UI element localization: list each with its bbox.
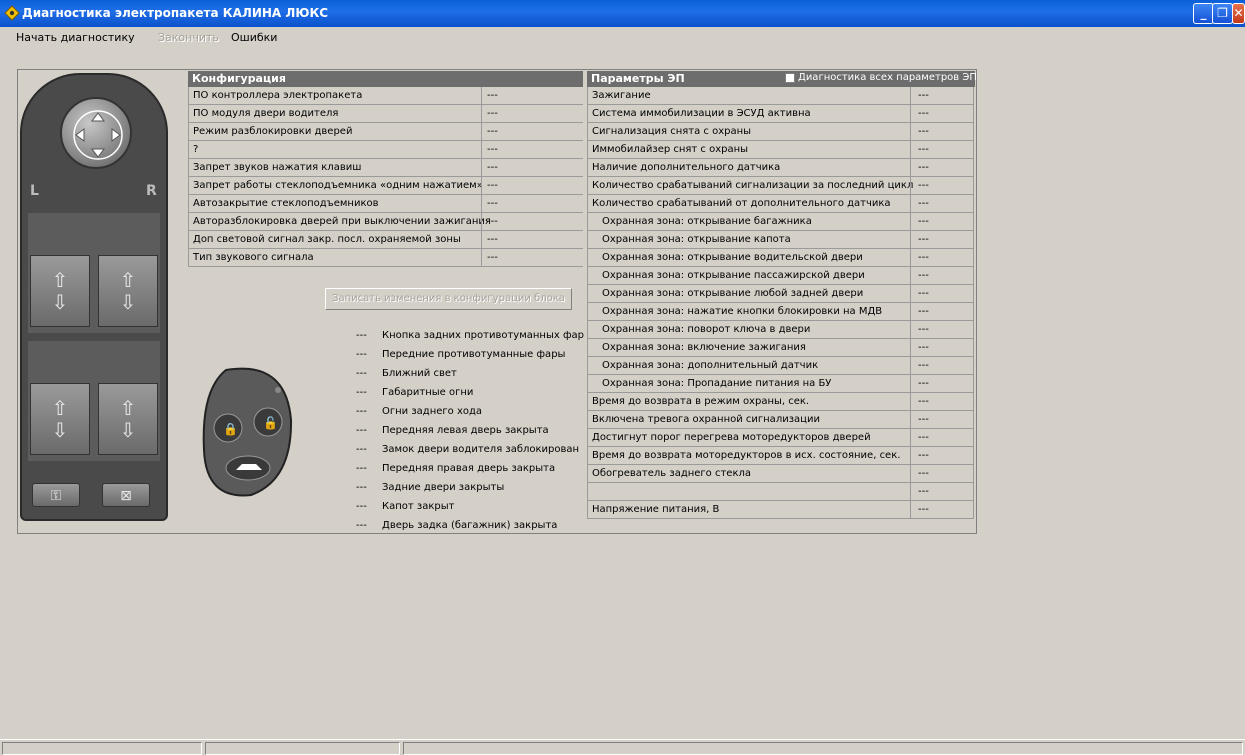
mirror-left-label: L [30,183,39,199]
param-row[interactable]: Сигнализация снята с охраны --- [587,123,973,141]
status-bar-cell [403,742,1243,755]
maximize-button[interactable]: ❐ [1212,3,1233,24]
config-row[interactable]: ? --- [188,141,583,159]
param-row[interactable]: Охранная зона: нажатие кнопки блокировки… [587,303,973,321]
param-row[interactable]: Количество срабатываний сигнализации за … [587,177,973,195]
param-row[interactable]: Время до возврата в режим охраны, сек. --… [587,393,973,411]
down-arrow-icon: ⇩ [119,290,137,314]
all-params-checkbox[interactable] [785,73,795,83]
status-bar-cell [205,742,400,755]
window-title: Диагностика электропакета КАЛИНА ЛЮКС [22,6,329,20]
up-arrow-icon: ⇧ [119,268,137,292]
write-config-button[interactable]: Записать изменения в конфигурации блока [325,288,572,310]
diamond-app-icon [4,5,20,21]
window-front-right-button[interactable]: ⇧ ⇩ [98,255,158,327]
param-row[interactable]: Наличие дополнительного датчика --- [587,159,973,177]
params-table: Зажигание --- Система иммобилизации в ЭСУ… [587,87,974,519]
param-row[interactable]: Время до возврата моторедукторов в исх. … [587,447,973,465]
param-row[interactable]: Охранная зона: открывание багажника --- [587,213,973,231]
param-row[interactable]: Охранная зона: открывание пассажирской д… [587,267,973,285]
window-rear-left-button[interactable]: ⇧ ⇩ [30,383,90,455]
menu-finish[interactable]: Закончить [158,31,219,44]
config-row[interactable]: Режим разблокировки дверей --- [188,123,583,141]
mirror-joystick[interactable] [60,97,132,169]
param-row[interactable]: Количество срабатываний от дополнительно… [587,195,973,213]
down-arrow-icon: ⇩ [51,290,69,314]
config-row[interactable]: Доп световой сигнал закр. посл. охраняем… [188,231,583,249]
param-row[interactable]: Охранная зона: открывание любой задней д… [587,285,973,303]
close-button[interactable]: ✕ [1232,3,1245,24]
param-row[interactable]: Охранная зона: открывание капота --- [587,231,973,249]
up-arrow-icon: ⇧ [51,268,69,292]
minimize-button[interactable]: _ [1193,3,1214,24]
config-row[interactable]: ПО контроллера электропакета --- [188,87,583,105]
window-rear-right-button[interactable]: ⇧ ⇩ [98,383,158,455]
config-row[interactable]: Запрет работы стеклоподъемника «одним на… [188,177,583,195]
config-row[interactable]: Тип звукового сигнала --- [188,249,583,267]
param-row[interactable]: Охранная зона: открывание водительской д… [587,249,973,267]
menu-bar: Начать диагностику Закончить Ошибки [0,27,1245,49]
param-row[interactable]: Обогреватель заднего стекла --- [587,465,973,483]
param-row[interactable]: Охранная зона: поворот ключа в двери --- [587,321,973,339]
up-arrow-icon: ⇧ [119,396,137,420]
svg-text:🔒: 🔒 [223,422,238,436]
key-button[interactable]: ⚿ [32,483,80,507]
down-arrow-icon: ⇩ [51,418,69,442]
down-arrow-icon: ⇩ [119,418,137,442]
door-control-console: L R ⇧ ⇩ ⇧ ⇩ ⇧ ⇩ ⇧ ⇩ ⚿ ⊠ [20,73,168,521]
param-row[interactable]: Иммобилайзер снят с охраны --- [587,141,973,159]
all-params-label: Диагностика всех параметров ЭП [798,72,977,83]
key-icon: ⚿ [50,488,62,504]
window-front-left-button[interactable]: ⇧ ⇩ [30,255,90,327]
up-arrow-icon: ⇧ [51,396,69,420]
title-bar: Диагностика электропакета КАЛИНА ЛЮКС _ … [0,0,1245,27]
mirror-right-label: R [146,183,157,199]
param-row[interactable]: Напряжение питания, В --- [587,501,973,519]
param-row[interactable]: Включена тревога охранной сигнализации --… [587,411,973,429]
config-row[interactable]: Автозакрытие стеклоподъемников --- [188,195,583,213]
param-row[interactable]: Зажигание --- [587,87,973,105]
config-row[interactable]: Запрет звуков нажатия клавиш --- [188,159,583,177]
svg-text:🔓: 🔓 [263,416,278,430]
param-row[interactable]: Система иммобилизации в ЭСУД активна --- [587,105,973,123]
lock-icon: ⊠ [120,488,132,504]
config-header: Конфигурация [188,71,583,87]
param-row[interactable]: --- [587,483,973,501]
four-arrows-icon [73,110,123,160]
lock-button[interactable]: ⊠ [102,483,150,507]
config-row[interactable]: ПО модуля двери водителя --- [188,105,583,123]
status-bar-cell [2,742,202,755]
menu-start-diagnostics[interactable]: Начать диагностику [16,31,135,44]
param-row[interactable]: Охранная зона: включение зажигания --- [587,339,973,357]
param-row[interactable]: Охранная зона: Пропадание питания на БУ -… [587,375,973,393]
status-bar [0,739,1245,755]
key-fob-image: 🔒 🔓 [202,367,293,497]
param-row[interactable]: Охранная зона: дополнительный датчик --- [587,357,973,375]
menu-errors[interactable]: Ошибки [231,31,277,44]
config-row[interactable]: Авторазблокировка дверей при выключении … [188,213,583,231]
param-row[interactable]: Достигнут порог перегрева моторедукторов… [587,429,973,447]
config-table: ПО контроллера электропакета --- ПО модул… [188,87,583,267]
